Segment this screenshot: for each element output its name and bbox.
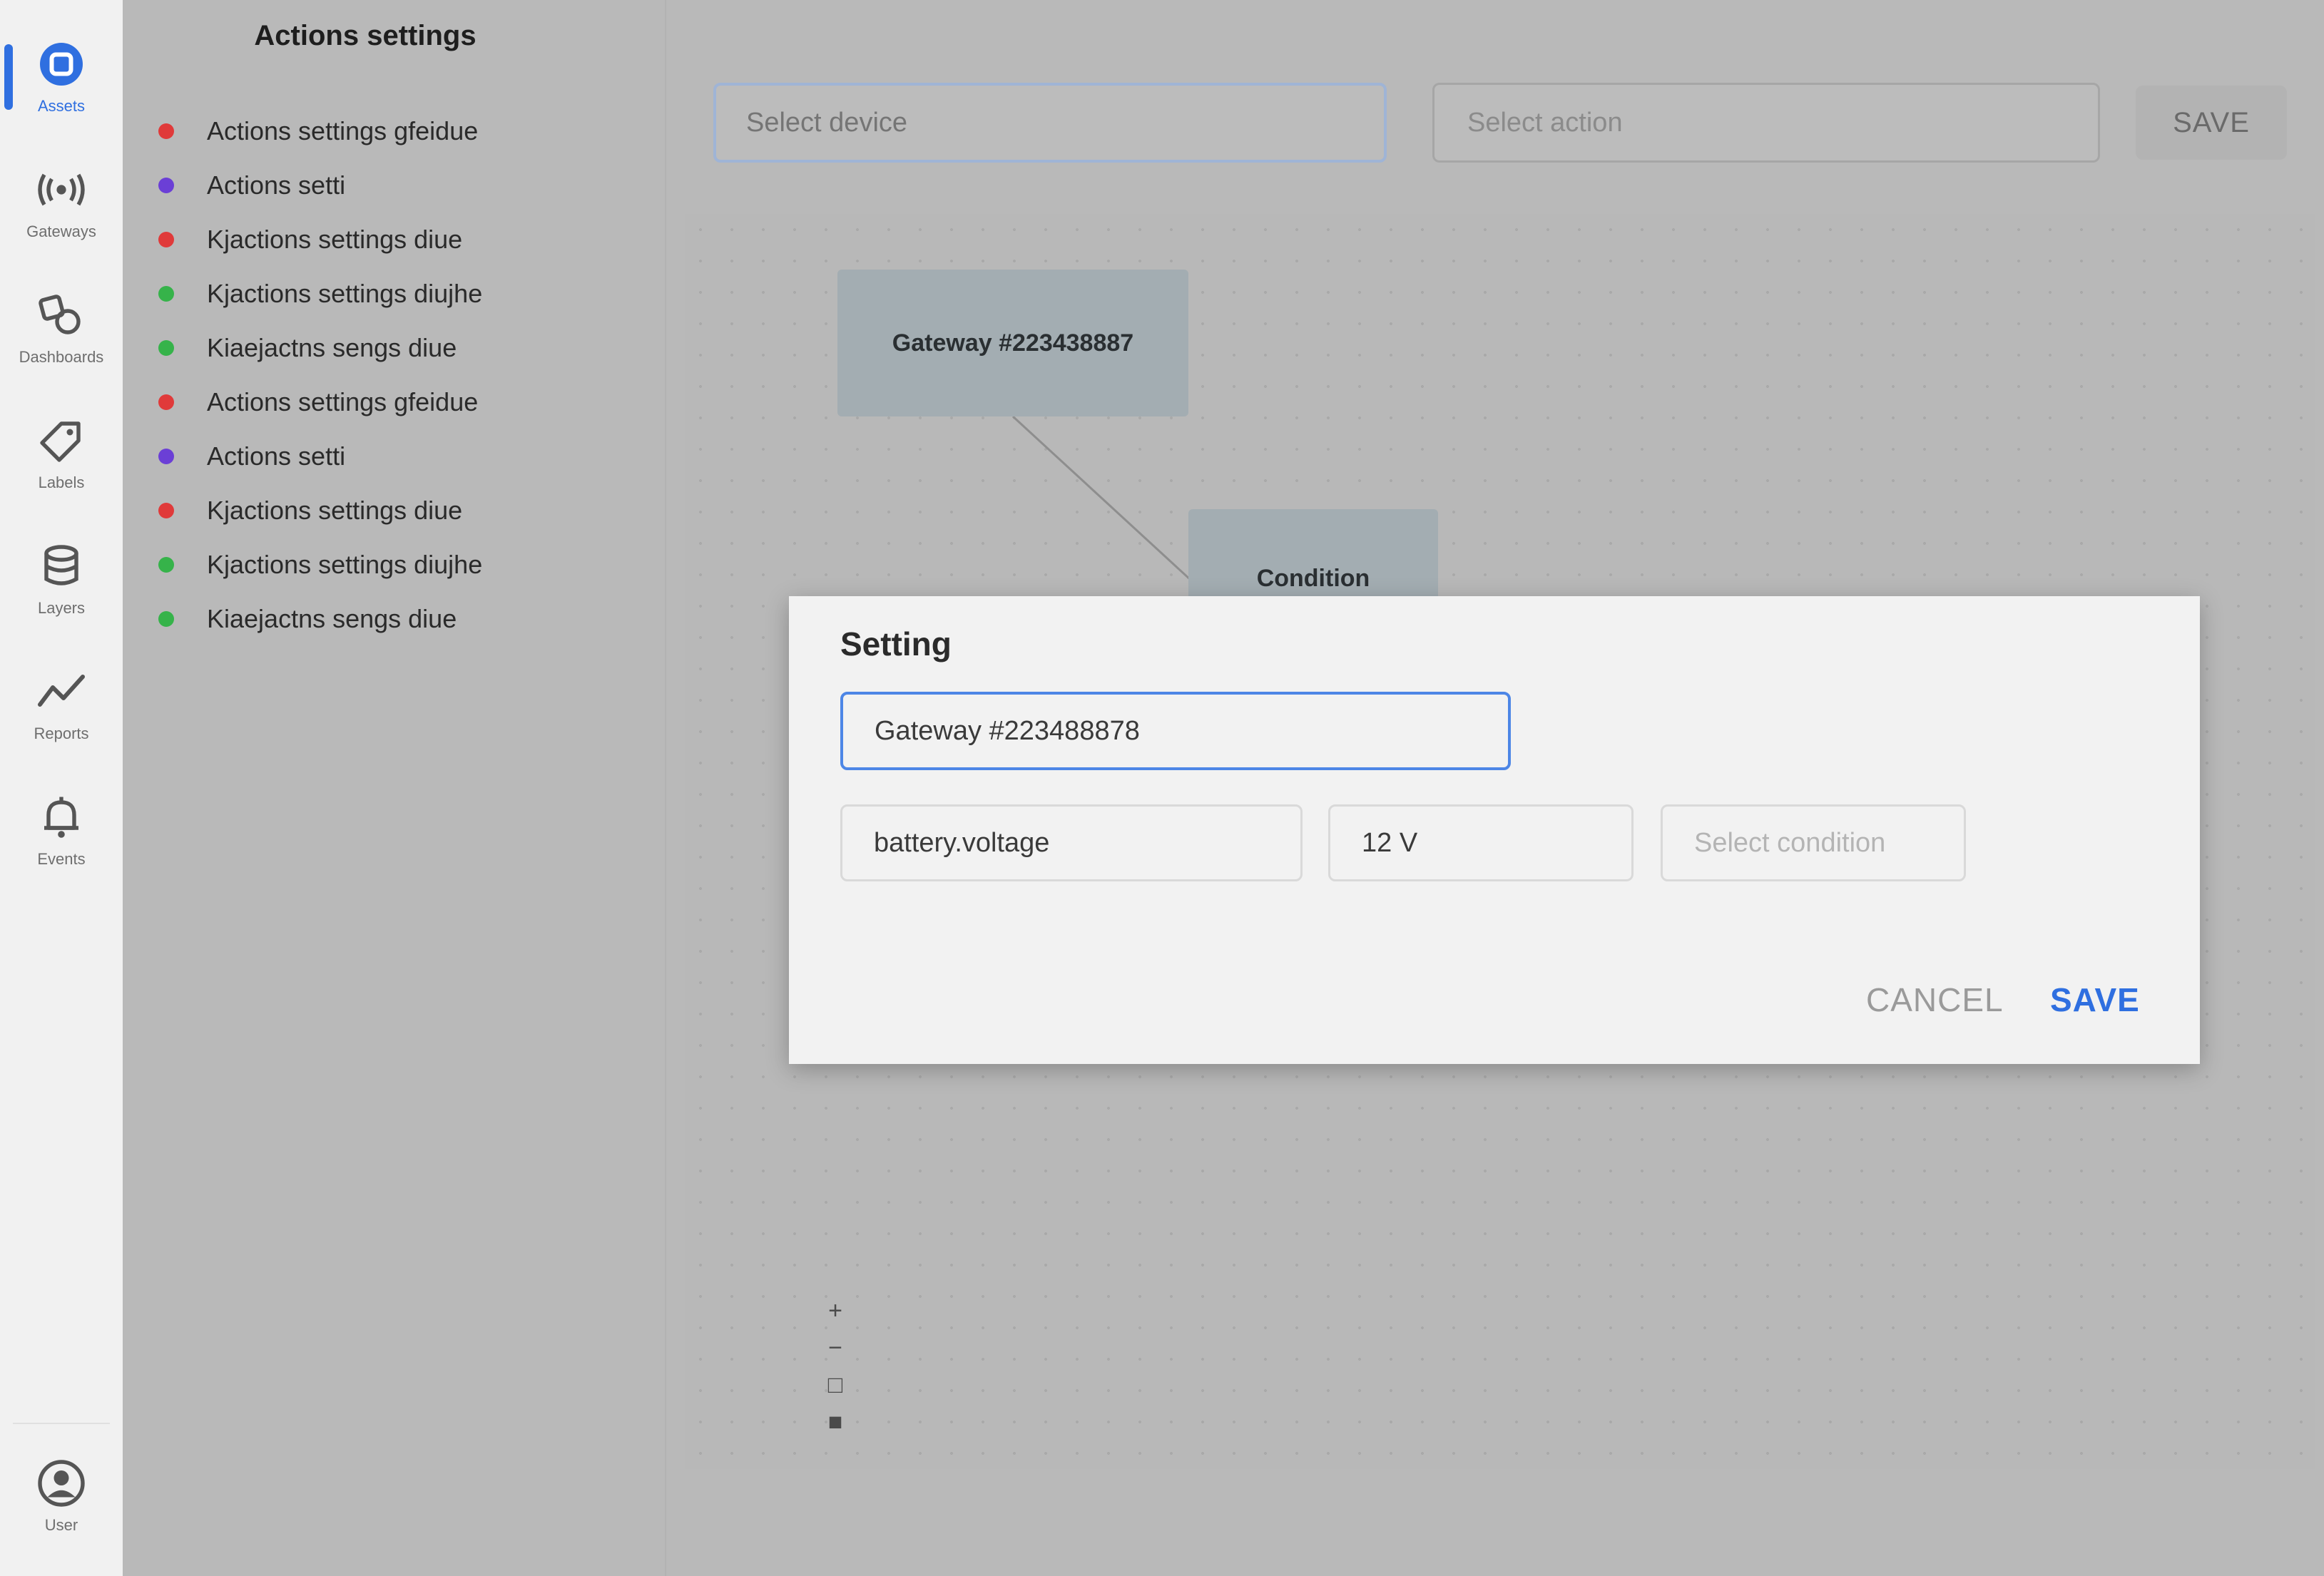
zoom-in-button[interactable]: + [817, 1292, 853, 1329]
action-label: Kjactions settings diujhe [207, 279, 483, 308]
chart-line-icon [38, 675, 85, 707]
threshold-field[interactable] [1328, 804, 1634, 881]
gateway-field[interactable] [840, 692, 1511, 770]
status-dot [158, 503, 174, 518]
action-label: Actions settings gfeidue [207, 116, 479, 145]
parameter-field[interactable] [840, 804, 1303, 881]
actions-panel-title: Actions settings [254, 20, 476, 51]
cancel-button[interactable]: CANCEL [1862, 980, 2008, 1020]
tag-icon [40, 421, 81, 462]
nav-rail: Assets Gateways Dashboards Labels Layers… [0, 0, 123, 1576]
action-label: Kjactions settings diue [207, 496, 463, 525]
status-dot [158, 178, 174, 193]
select-device-input[interactable] [713, 83, 1387, 163]
user-icon [38, 1460, 85, 1507]
action-label: Actions setti [207, 441, 346, 471]
action-list-item[interactable]: Kiaejactns sengs diue [158, 592, 482, 646]
zoom-out-button[interactable]: − [817, 1329, 853, 1366]
nav-item-layers[interactable]: Layers [0, 526, 123, 640]
nav-label: Layers [37, 599, 86, 617]
action-list-item[interactable]: Actions setti [158, 158, 482, 213]
action-list-item[interactable]: Kjactions settings diue [158, 483, 482, 538]
nav-label: User [44, 1516, 78, 1534]
panel-divider [665, 0, 666, 1576]
setting-dialog: Setting Select condition CANCEL SAVE [789, 596, 2200, 1064]
nav-item-assets[interactable]: Assets [0, 24, 123, 138]
status-dot [158, 232, 174, 247]
status-dot [158, 611, 174, 627]
action-label: Kjactions settings diujhe [207, 550, 483, 579]
gateway-node[interactable]: Gateway #223438887 [837, 270, 1188, 416]
action-list-item[interactable]: Kjactions settings diue [158, 213, 482, 267]
nav-label: Reports [34, 725, 89, 742]
status-dot [158, 394, 174, 410]
database-icon [44, 545, 78, 585]
bell-icon [44, 797, 78, 838]
action-label: Kiaejactns sengs diue [207, 604, 457, 633]
nav-label: Gateways [26, 222, 96, 240]
nav-label: Assets [37, 97, 86, 115]
status-dot [158, 123, 174, 139]
nav-label: Labels [38, 474, 85, 491]
fit-view-button[interactable]: □ [817, 1366, 853, 1403]
rail-divider [13, 1423, 110, 1424]
status-dot [158, 340, 174, 356]
action-label: Actions settings gfeidue [207, 387, 479, 416]
nav-item-user[interactable]: User [0, 1443, 123, 1557]
nav-label: Dashboards [19, 348, 104, 366]
status-dot [158, 286, 174, 302]
action-label: Kjactions settings diue [207, 225, 463, 254]
zoom-controls: + − □ ■ [817, 1292, 853, 1460]
dialog-title: Setting [840, 625, 952, 662]
action-label: Kiaejactns sengs diue [207, 333, 457, 362]
action-list-item[interactable]: Actions settings gfeidue [158, 104, 482, 158]
nav-item-dashboards[interactable]: Dashboards [0, 275, 123, 389]
nav-item-events[interactable]: Events [0, 777, 123, 891]
lock-button[interactable]: ■ [817, 1403, 853, 1441]
select-action-dropdown[interactable]: Select action [1432, 83, 2100, 163]
action-list-item[interactable]: Kjactions settings diujhe [158, 538, 482, 592]
nav-item-labels[interactable]: Labels [0, 401, 123, 515]
broadcast-icon [38, 173, 85, 206]
nav-item-gateways[interactable]: Gateways [0, 150, 123, 264]
action-list-item[interactable]: Kiaejactns sengs diue [158, 321, 482, 375]
dialog-save-button[interactable]: SAVE [2046, 980, 2144, 1020]
action-label: Actions setti [207, 170, 346, 200]
nav-item-reports[interactable]: Reports [0, 652, 123, 766]
action-list-item[interactable]: Actions setti [158, 429, 482, 483]
save-button[interactable]: SAVE [2136, 86, 2287, 160]
status-dot [158, 449, 174, 464]
condition-select[interactable]: Select condition [1661, 804, 1966, 881]
square-icon [40, 43, 83, 86]
status-dot [158, 557, 174, 573]
actions-list: Actions settings gfeidue Actions setti K… [158, 104, 482, 646]
nav-label: Events [37, 850, 86, 868]
shapes-icon [39, 295, 81, 334]
action-list-item[interactable]: Actions settings gfeidue [158, 375, 482, 429]
action-list-item[interactable]: Kjactions settings diujhe [158, 267, 482, 321]
